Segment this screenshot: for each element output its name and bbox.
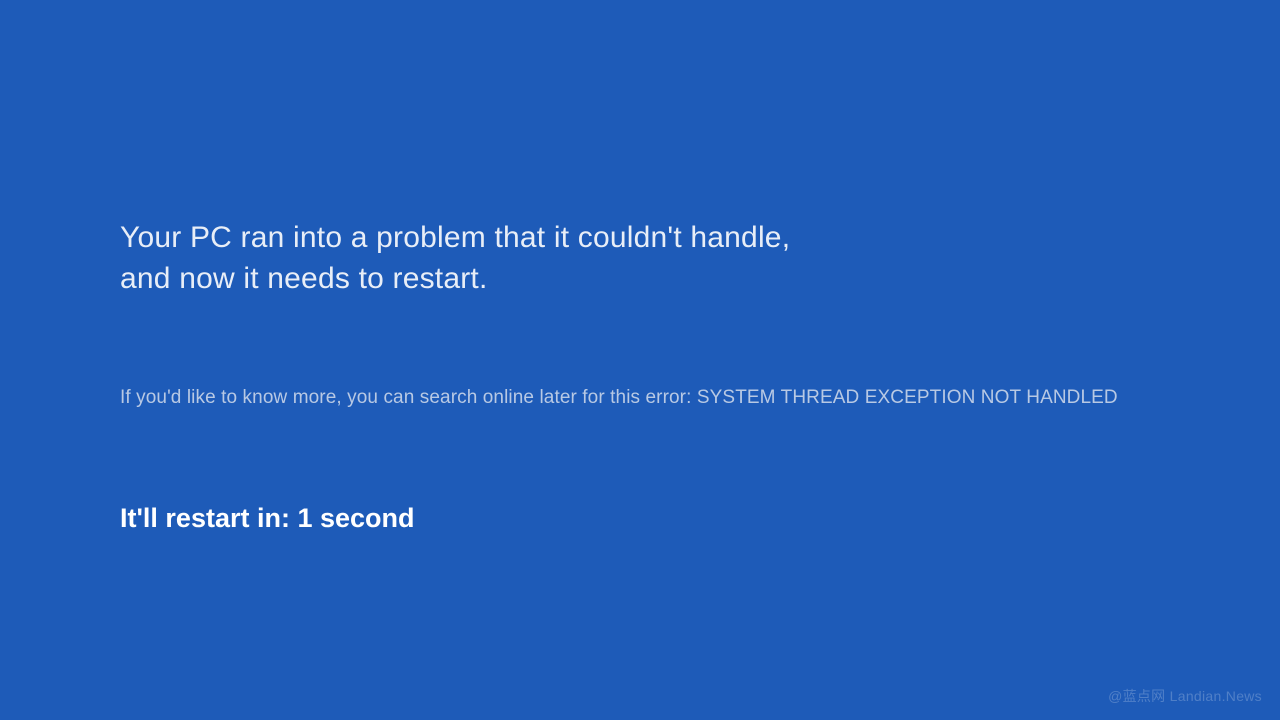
restart-label: It'll restart in: — [120, 503, 297, 533]
detail-prefix: If you'd like to know more, you can sear… — [120, 387, 697, 408]
restart-value: 1 second — [297, 503, 414, 533]
error-detail: If you'd like to know more, you can sear… — [120, 387, 1220, 409]
error-headline: Your PC ran into a problem that it could… — [120, 218, 1220, 299]
error-code: SYSTEM THREAD EXCEPTION NOT HANDLED — [697, 387, 1118, 408]
bsod-content: Your PC ran into a problem that it could… — [120, 218, 1220, 534]
watermark: @蓝点网 Landian.News — [1108, 686, 1262, 706]
restart-countdown: It'll restart in: 1 second — [120, 503, 1220, 534]
headline-line-1: Your PC ran into a problem that it could… — [120, 221, 790, 254]
headline-line-2: and now it needs to restart. — [120, 262, 487, 295]
